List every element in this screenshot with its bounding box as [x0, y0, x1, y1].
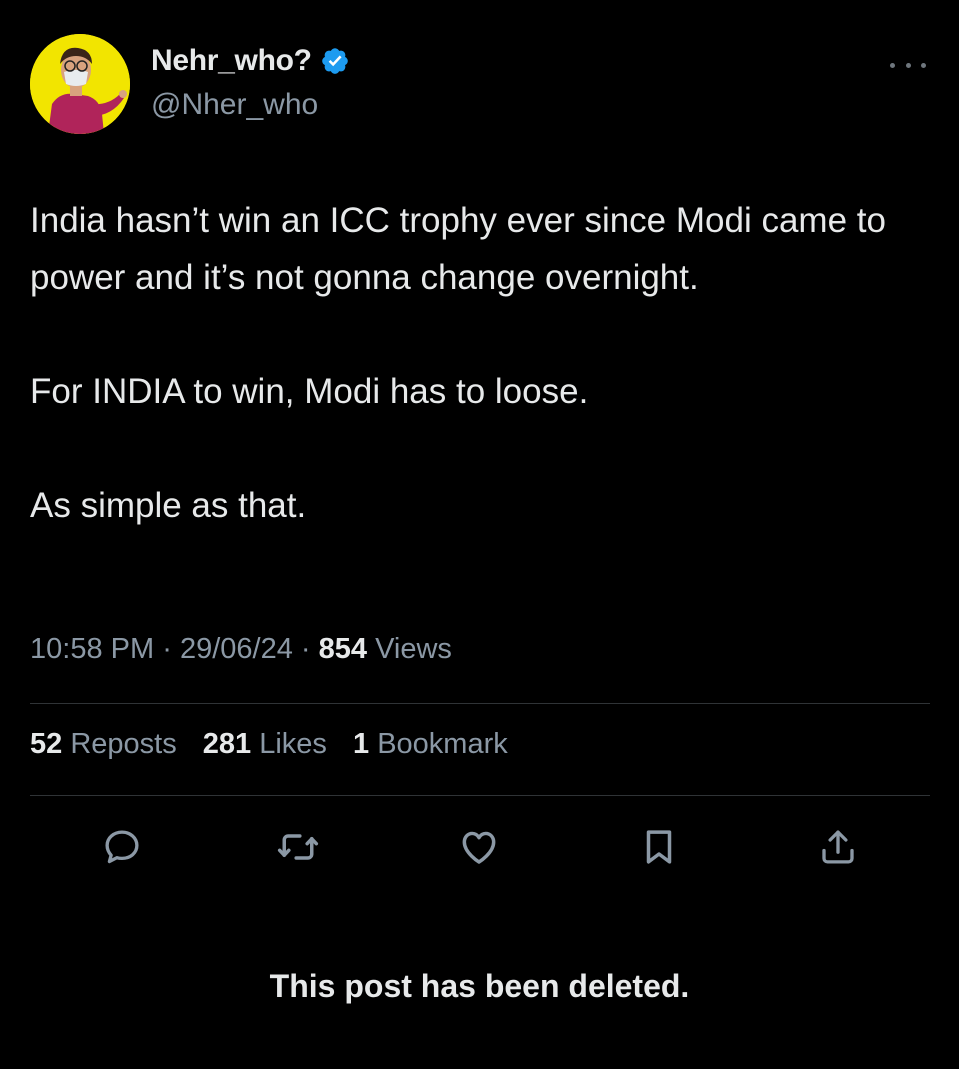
share-icon [817, 826, 859, 873]
tweet-time[interactable]: 10:58 PM [30, 633, 154, 665]
reply-icon [101, 826, 143, 873]
reply-button[interactable] [97, 824, 147, 874]
tweet-paragraph: For INDIA to win, Modi has to loose. [30, 372, 589, 411]
reposts-label: Reposts [70, 728, 177, 760]
author-name-row: Nehr_who? [151, 44, 350, 78]
bookmark-icon [638, 826, 680, 873]
bookmarks-count: 1 [353, 728, 370, 760]
views-label: Views [375, 633, 452, 665]
like-button[interactable] [454, 824, 504, 874]
divider [30, 703, 930, 704]
bookmarks-stat[interactable]: 1 Bookmark [353, 728, 508, 760]
bookmarks-label: Bookmark [377, 728, 508, 760]
verified-badge-icon [320, 46, 350, 76]
repost-icon [276, 825, 320, 874]
engagement-stats: 52 Reposts 281 Likes 1 Bookmark [30, 728, 526, 761]
meta-separator: · [300, 633, 311, 665]
reposts-count: 52 [30, 728, 63, 760]
reposts-stat[interactable]: 52 Reposts [30, 728, 185, 760]
divider [30, 795, 930, 796]
deleted-notice: This post has been deleted. [269, 968, 690, 1004]
more-options-icon[interactable] [890, 58, 926, 72]
tweet-card: Nehr_who? @Nher_who India hasn’t win an … [0, 0, 959, 1069]
likes-label: Likes [259, 728, 327, 760]
share-button[interactable] [813, 824, 863, 874]
bookmark-button[interactable] [634, 824, 684, 874]
tweet-meta: 10:58 PM · 29/06/24 · 854 Views [30, 633, 452, 666]
likes-stat[interactable]: 281 Likes [203, 728, 335, 760]
tweet-date[interactable]: 29/06/24 [180, 633, 293, 665]
tweet-paragraph: As simple as that. [30, 486, 307, 525]
tweet-paragraph: India hasn’t win an ICC trophy ever sinc… [30, 201, 886, 297]
author-display-name[interactable]: Nehr_who? [151, 44, 312, 78]
repost-button[interactable] [273, 824, 323, 874]
author-handle[interactable]: @Nher_who [151, 88, 318, 122]
meta-separator: · [162, 633, 172, 665]
views-count: 854 [318, 633, 368, 665]
avatar[interactable] [30, 34, 130, 134]
tweet-text: India hasn’t win an ICC trophy ever sinc… [30, 192, 910, 591]
likes-count: 281 [202, 728, 252, 760]
like-icon [457, 825, 501, 874]
